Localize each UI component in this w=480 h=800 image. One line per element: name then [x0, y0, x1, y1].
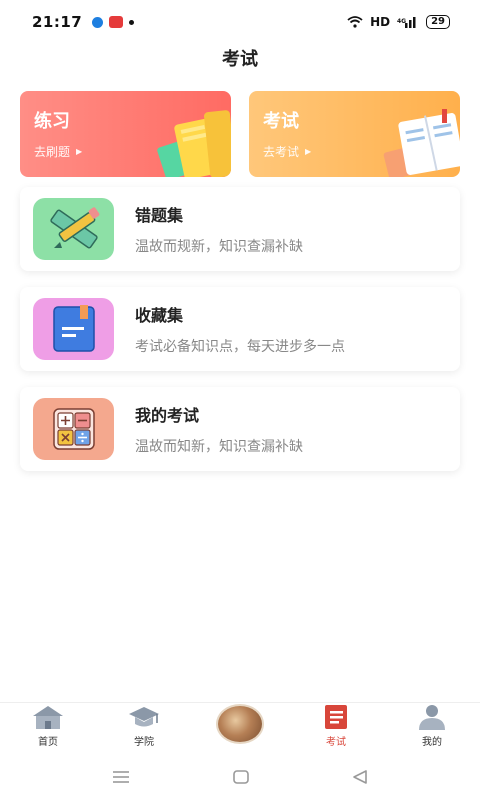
- list-title: 错题集: [135, 206, 184, 225]
- more-notifications-icon: [129, 19, 135, 25]
- graduation-cap-icon: [127, 703, 161, 731]
- list-title: 收藏集: [135, 306, 184, 325]
- calculator-icon: [52, 408, 95, 450]
- tab-label: 考试: [326, 737, 346, 748]
- bottom-tab-bar: 首页 学院 考试 我的: [0, 702, 480, 754]
- home-icon: [31, 703, 65, 731]
- books-illustration-icon: [157, 110, 231, 177]
- exam-card[interactable]: 考试 去考试 ▶: [249, 91, 460, 177]
- status-right: HD 4G 29: [347, 15, 450, 29]
- tab-label: 首页: [38, 737, 58, 748]
- list-desc: 温故而规新，知识查漏补缺: [135, 239, 303, 255]
- tab-exam[interactable]: 考试: [288, 703, 384, 754]
- tab-avatar[interactable]: [192, 703, 288, 754]
- home-button-icon[interactable]: [232, 769, 250, 785]
- app-notification-icon: [92, 16, 104, 28]
- tab-home[interactable]: 首页: [0, 703, 96, 754]
- open-book-illustration-icon: [383, 109, 460, 177]
- tab-academy[interactable]: 学院: [96, 703, 192, 754]
- my-exams-icon-bg: [33, 398, 114, 460]
- svg-text:4G: 4G: [397, 18, 406, 25]
- exam-book-icon: [319, 703, 353, 731]
- arrow-right-icon: ▶: [305, 147, 312, 156]
- list-title: 我的考试: [135, 406, 200, 425]
- favorites-card[interactable]: 收藏集 考试必备知识点，每天进步多一点: [20, 287, 460, 371]
- arrow-right-icon: ▶: [76, 147, 83, 156]
- notification-icons: [92, 16, 135, 28]
- favorites-text: 收藏集 考试必备知识点，每天进步多一点: [135, 302, 345, 356]
- tab-mine[interactable]: 我的: [384, 703, 480, 754]
- menu-icon[interactable]: [111, 770, 131, 784]
- list-desc: 温故而知新，知识查漏补缺: [135, 439, 303, 455]
- my-exams-card[interactable]: 我的考试 温故而知新，知识查漏补缺: [20, 387, 460, 471]
- video-notification-icon: [109, 16, 124, 28]
- top-cards: 练习 去刷题 ▶ 考试 去考试 ▶: [20, 91, 460, 177]
- ruler-pencil-icon: [49, 207, 99, 249]
- battery-indicator: 29: [426, 15, 450, 29]
- profile-icon: [415, 703, 449, 731]
- tab-label: 学院: [134, 737, 154, 748]
- wifi-icon: [347, 16, 363, 28]
- notebook-icon: [52, 305, 95, 352]
- practice-card[interactable]: 练习 去刷题 ▶: [20, 91, 231, 177]
- my-exams-text: 我的考试 温故而知新，知识查漏补缺: [135, 402, 303, 456]
- avatar: [216, 704, 264, 744]
- exam-card-subtitle: 去考试: [263, 145, 300, 159]
- list-desc: 考试必备知识点，每天进步多一点: [135, 339, 345, 355]
- network-type: HD: [370, 15, 391, 29]
- tab-label: 我的: [422, 737, 442, 748]
- wrong-questions-text: 错题集 温故而规新，知识查漏补缺: [135, 202, 303, 256]
- wrong-questions-icon-bg: [33, 198, 114, 260]
- wrong-questions-card[interactable]: 错题集 温故而规新，知识查漏补缺: [20, 187, 460, 271]
- status-time: 21:17: [32, 13, 83, 31]
- favorites-icon-bg: [33, 298, 114, 360]
- back-icon[interactable]: [351, 769, 369, 785]
- page-title: 考试: [222, 49, 258, 70]
- practice-card-subtitle: 去刷题: [34, 145, 71, 159]
- system-nav-bar: [0, 754, 480, 800]
- signal-icon: 4G: [397, 17, 416, 28]
- status-bar: 21:17 HD 4G 29: [0, 0, 480, 44]
